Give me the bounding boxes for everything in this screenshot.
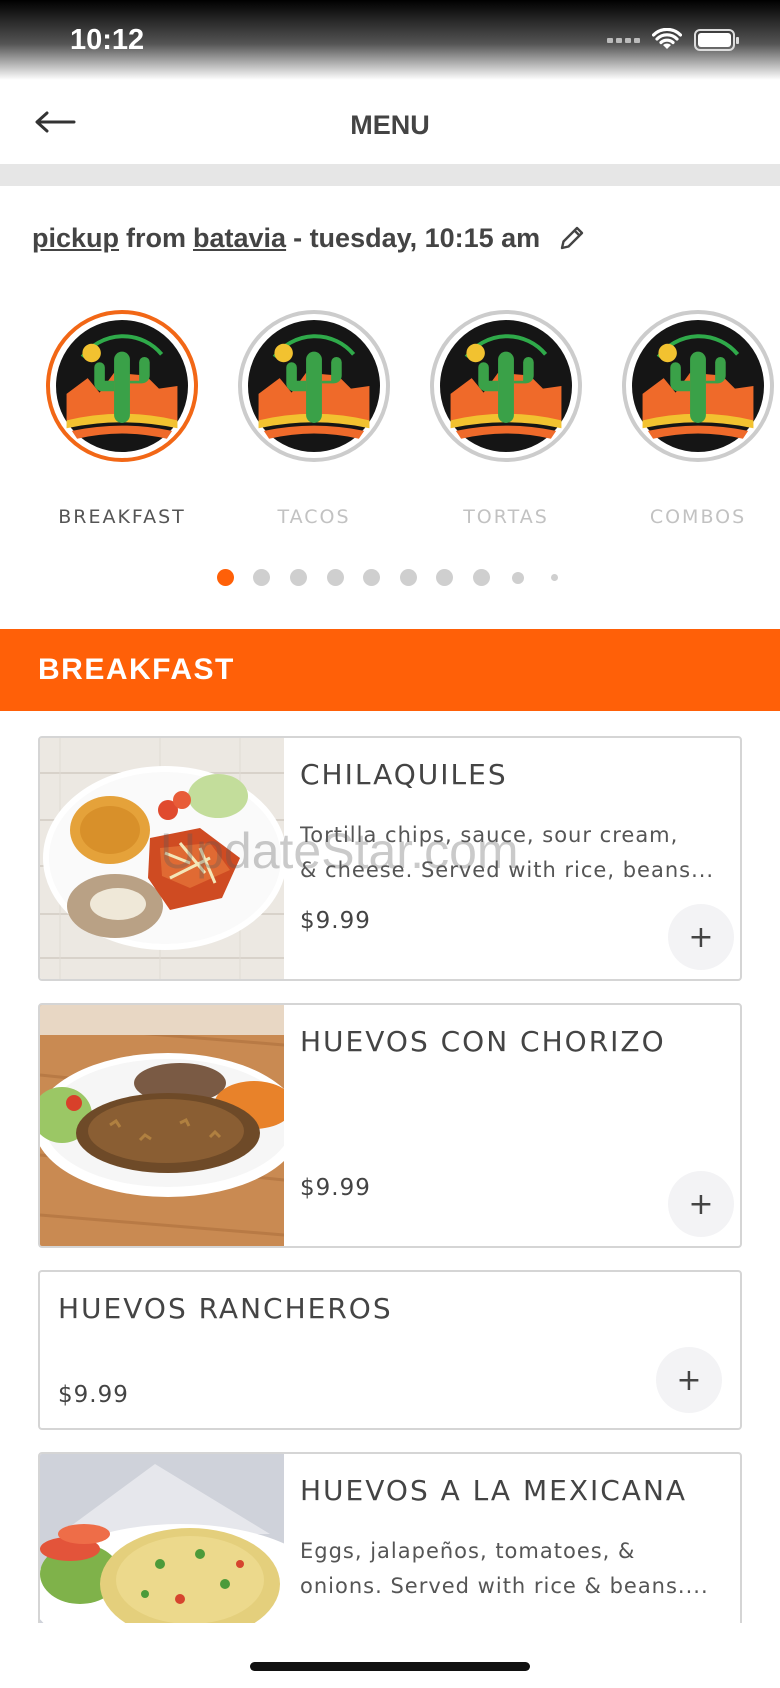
item-name: HUEVOS CON CHORIZO: [300, 1025, 666, 1058]
item-price: $9.99: [300, 1175, 371, 1201]
category-label: TACOS: [277, 506, 351, 528]
item-photo: [40, 1454, 284, 1623]
add-item-button[interactable]: +: [668, 904, 734, 970]
page-dot[interactable]: [473, 569, 490, 586]
plus-icon: +: [688, 919, 714, 955]
status-time: 10:12: [70, 24, 145, 56]
section-header: BREAKFAST: [0, 629, 780, 711]
menu-item-card[interactable]: HUEVOS A LA MEXICANA Eggs, jalapeños, to…: [38, 1452, 742, 1623]
edit-order-button[interactable]: [556, 222, 588, 254]
carousel-pagination[interactable]: [0, 568, 780, 588]
page-dot[interactable]: [363, 569, 380, 586]
item-description: Tortilla chips, sauce, sour cream, & che…: [300, 818, 740, 888]
cactus-logo-icon: [248, 320, 380, 452]
category-tortas[interactable]: TORTAS: [426, 300, 586, 528]
item-description-line: Eggs, jalapeños, tomatoes, &: [300, 1539, 636, 1563]
menu-item-card[interactable]: HUEVOS CON CHORIZO $9.99 +: [38, 1003, 742, 1248]
item-content: HUEVOS RANCHEROS $9.99 +: [40, 1272, 740, 1428]
order-mode-link[interactable]: pickup: [32, 223, 119, 254]
pencil-icon: [561, 226, 584, 250]
category-ring: [430, 310, 582, 462]
order-details: pickup from batavia - tuesday, 10:15 am: [32, 222, 588, 254]
page-dot[interactable]: [217, 569, 234, 586]
battery-icon: [694, 29, 739, 51]
item-name: HUEVOS A LA MEXICANA: [300, 1474, 688, 1507]
cellular-signal-icon: [607, 37, 640, 43]
cactus-logo-icon: [440, 320, 572, 452]
item-photo: [40, 738, 284, 979]
category-tacos[interactable]: TACOS: [234, 300, 394, 528]
category-carousel[interactable]: BREAKFAST TACOS TORTAS COMBOS: [0, 300, 780, 540]
page-dot[interactable]: [327, 569, 344, 586]
nav-bar: MENU: [0, 80, 780, 164]
category-label: BREAKFAST: [58, 506, 186, 528]
item-content: HUEVOS CON CHORIZO $9.99 +: [284, 1005, 740, 1246]
status-bar: 10:12: [0, 0, 780, 80]
section-title: BREAKFAST: [38, 653, 235, 686]
add-item-button[interactable]: +: [656, 1347, 722, 1413]
category-ring: [622, 310, 774, 462]
page-title: MENU: [350, 110, 430, 140]
menu-item-card[interactable]: CHILAQUILES Tortilla chips, sauce, sour …: [38, 736, 742, 981]
category-ring: [46, 310, 198, 462]
item-content: HUEVOS A LA MEXICANA Eggs, jalapeños, to…: [284, 1454, 740, 1623]
page-dot[interactable]: [253, 569, 270, 586]
item-photo: [40, 1005, 284, 1246]
page-dot[interactable]: [290, 569, 307, 586]
category-label: TORTAS: [463, 506, 549, 528]
from-text: from: [126, 222, 187, 253]
page-dot[interactable]: [512, 572, 524, 584]
category-combos[interactable]: COMBOS: [618, 300, 778, 528]
item-content: CHILAQUILES Tortilla chips, sauce, sour …: [284, 738, 740, 979]
page-dot[interactable]: [400, 569, 417, 586]
wifi-icon: [652, 28, 682, 49]
schedule-text: - tuesday, 10:15 am: [293, 222, 541, 253]
cactus-logo-icon: [632, 320, 764, 452]
plus-icon: +: [688, 1186, 714, 1222]
category-breakfast[interactable]: BREAKFAST: [42, 300, 202, 528]
cactus-logo-icon: [56, 320, 188, 452]
menu-item-list[interactable]: CHILAQUILES Tortilla chips, sauce, sour …: [0, 711, 780, 1623]
item-description-line: onions. Served with rice & beans....: [300, 1574, 709, 1598]
category-label: COMBOS: [649, 506, 747, 528]
item-price: $9.99: [300, 908, 371, 934]
item-name: CHILAQUILES: [300, 758, 508, 791]
page-dot[interactable]: [551, 574, 558, 581]
add-item-button[interactable]: +: [668, 1171, 734, 1237]
status-icons: [607, 28, 740, 52]
page-dot[interactable]: [436, 569, 453, 586]
category-ring: [238, 310, 390, 462]
item-price: $9.99: [58, 1382, 129, 1408]
home-indicator[interactable]: [250, 1662, 530, 1671]
menu-item-card[interactable]: HUEVOS RANCHEROS $9.99 +: [38, 1270, 742, 1430]
item-name: HUEVOS RANCHEROS: [58, 1292, 393, 1325]
plus-icon: +: [676, 1362, 702, 1398]
item-description-line: & cheese. Served with rice, beans...: [300, 858, 715, 882]
item-description-line: Tortilla chips, sauce, sour cream,: [300, 823, 679, 847]
item-description: Eggs, jalapeños, tomatoes, & onions. Ser…: [300, 1534, 740, 1604]
location-link[interactable]: batavia: [193, 223, 286, 254]
divider-band: [0, 164, 780, 186]
